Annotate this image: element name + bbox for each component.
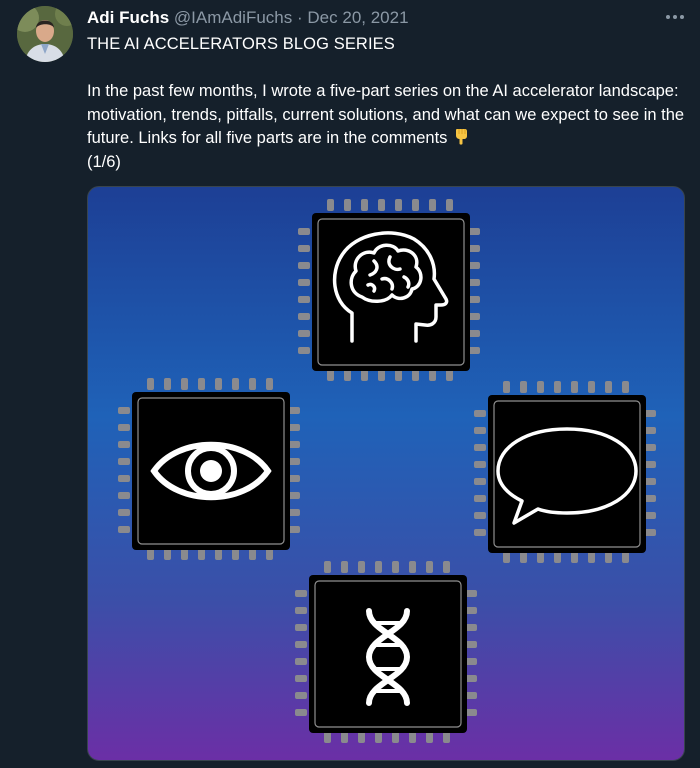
tweet-text: In the past few months, I wrote a five-p… [87,80,687,174]
chip-eye [118,378,300,560]
avatar[interactable] [17,6,73,62]
chip-speech [474,381,656,563]
tweet-title: THE AI ACCELERATORS BLOG SERIES [87,35,395,53]
tweet-media-image[interactable] [87,186,685,761]
chip-brain [298,199,480,381]
chip-dna [295,561,477,743]
tweet: Adi Fuchs @IAmAdiFuchs · Dec 20, 2021 TH… [0,0,700,768]
pointing-down-emoji-icon [452,128,470,146]
separator-dot: · [297,8,303,27]
thread-counter: (1/6) [87,152,121,171]
author-name[interactable]: Adi Fuchs [87,8,169,27]
tweet-header: Adi Fuchs @IAmAdiFuchs · Dec 20, 2021 [87,8,409,28]
tweet-date[interactable]: Dec 20, 2021 [307,8,408,27]
author-handle[interactable]: @IAmAdiFuchs [174,8,292,27]
tweet-body-text: In the past few months, I wrote a five-p… [87,82,685,147]
more-horizontal-icon[interactable] [662,6,688,28]
